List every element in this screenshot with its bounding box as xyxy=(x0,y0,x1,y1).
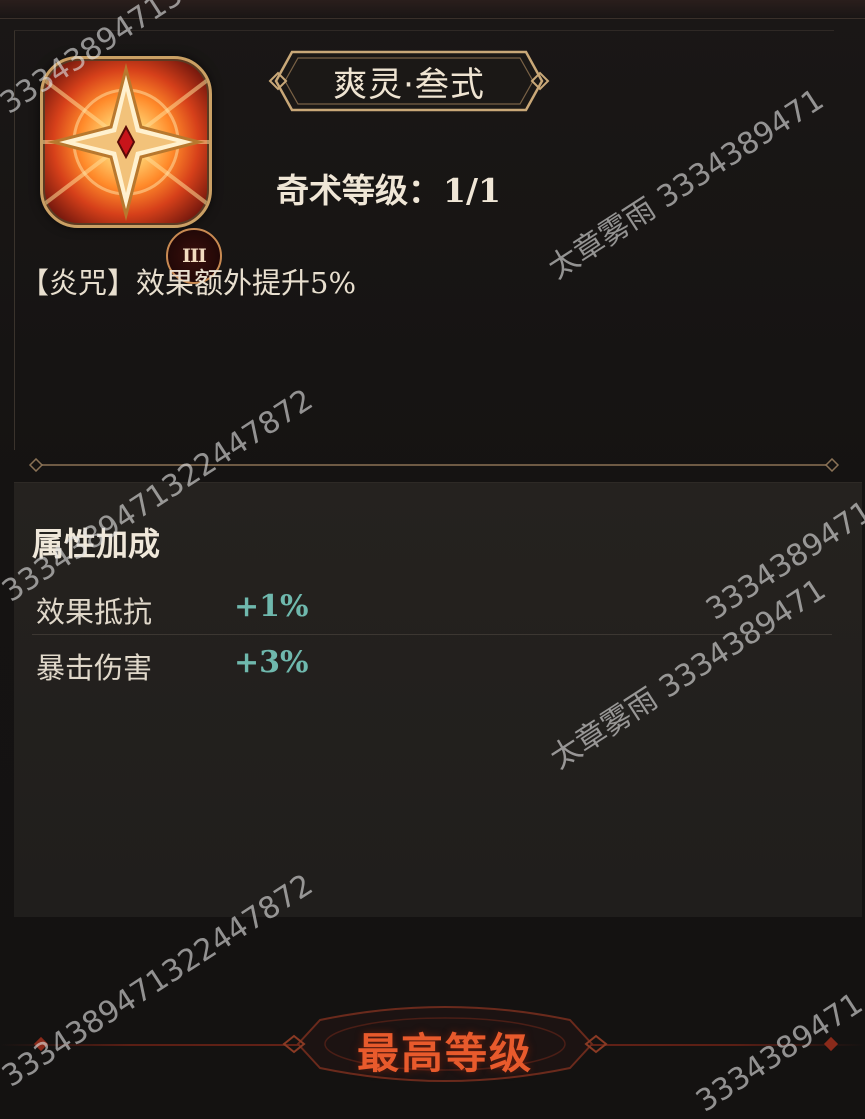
skill-level-label: 奇术等级： xyxy=(276,171,441,210)
max-level-label: 最高等级 xyxy=(356,1029,533,1078)
attribute-value: +3% xyxy=(234,645,309,680)
skill-effect-description: 【炎咒】效果额外提升5% xyxy=(20,266,357,300)
skill-level: 奇术等级：1/1 xyxy=(276,164,501,212)
skill-title: 爽灵·叁式 xyxy=(333,64,485,105)
max-level-button[interactable]: 最高等级 xyxy=(280,1000,610,1091)
skill-title-plaque: 爽灵·叁式 xyxy=(268,48,550,114)
four-point-star-flame-icon xyxy=(40,56,212,228)
panel-outline xyxy=(14,30,834,31)
row-divider xyxy=(32,634,832,635)
skill-icon-frame: III xyxy=(36,52,222,284)
attribute-bonus-panel: 属性加成 效果抵抗 +1% 暴击伤害 +3% xyxy=(14,482,862,917)
panel-outline xyxy=(14,30,15,450)
attribute-heading: 属性加成 xyxy=(32,525,161,563)
attribute-row: 效果抵抗 +1% xyxy=(32,581,832,633)
attribute-name: 效果抵抗 xyxy=(36,595,153,629)
attribute-name: 暴击伤害 xyxy=(36,651,153,685)
top-strip xyxy=(0,0,865,19)
section-divider xyxy=(28,458,840,472)
attribute-value: +1% xyxy=(234,589,309,624)
attribute-row: 暴击伤害 +3% xyxy=(32,637,832,689)
skill-level-value: 1/1 xyxy=(443,171,501,210)
